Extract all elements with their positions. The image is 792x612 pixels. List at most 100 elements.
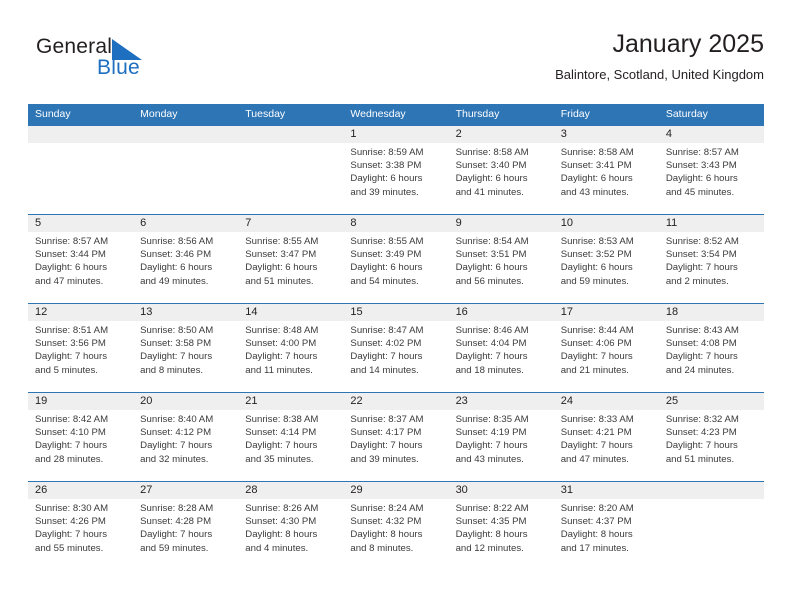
sunrise-text: Sunrise: 8:57 AM xyxy=(35,236,109,247)
day-cell[interactable]: 18 Sunrise: 8:43 AM Sunset: 4:08 PM Dayl… xyxy=(658,304,764,392)
day-cell[interactable]: 14 Sunrise: 8:48 AM Sunset: 4:00 PM Dayl… xyxy=(238,304,344,392)
day-details: Sunrise: 8:53 AM Sunset: 3:52 PM Dayligh… xyxy=(554,232,659,288)
daylight-text-line1: Daylight: 7 hours xyxy=(455,440,528,452)
day-details: Sunrise: 8:40 AM Sunset: 4:12 PM Dayligh… xyxy=(133,410,238,466)
day-details: Sunrise: 8:55 AM Sunset: 3:47 PM Dayligh… xyxy=(238,232,343,288)
calendar-grid: Sunday Monday Tuesday Wednesday Thursday… xyxy=(28,104,764,570)
weekday-header-sunday: Sunday xyxy=(35,108,71,120)
daylight-text-line1: Daylight: 7 hours xyxy=(560,351,633,363)
sunset-text: Sunset: 4:06 PM xyxy=(560,338,632,350)
sunset-text: Sunset: 3:56 PM xyxy=(35,338,106,350)
logo-text-blue: Blue xyxy=(97,56,140,79)
day-cell[interactable]: 28 Sunrise: 8:26 AM Sunset: 4:30 PM Dayl… xyxy=(238,482,344,570)
daylight-text-line2: and 24 minutes. xyxy=(665,364,735,376)
day-cell[interactable]: 12 Sunrise: 8:51 AM Sunset: 3:56 PM Dayl… xyxy=(28,304,134,392)
sunset-text: Sunset: 3:38 PM xyxy=(350,160,422,172)
day-cell[interactable]: 3 Sunrise: 8:58 AM Sunset: 3:41 PM Dayli… xyxy=(553,126,659,214)
sunset-text: Sunset: 4:02 PM xyxy=(350,338,422,350)
sunrise-text: Sunrise: 8:48 AM xyxy=(245,325,319,336)
day-cell[interactable]: 1 Sunrise: 8:59 AM Sunset: 3:38 PM Dayli… xyxy=(343,126,449,214)
day-number: 1 xyxy=(343,126,449,143)
day-cell[interactable]: 21 Sunrise: 8:38 AM Sunset: 4:14 PM Dayl… xyxy=(238,393,344,481)
day-details: Sunrise: 8:20 AM Sunset: 4:37 PM Dayligh… xyxy=(554,499,659,555)
day-cell[interactable]: 29 Sunrise: 8:24 AM Sunset: 4:32 PM Dayl… xyxy=(343,482,449,570)
day-number: 10 xyxy=(553,215,659,232)
title-block: January 2025 Balintore, Scotland, United… xyxy=(555,28,764,83)
sunset-text: Sunset: 4:14 PM xyxy=(245,427,317,439)
weekday-header-tuesday: Tuesday xyxy=(245,108,286,120)
day-cell[interactable]: 25 Sunrise: 8:32 AM Sunset: 4:23 PM Dayl… xyxy=(658,393,764,481)
weekday-header-wednesday: Wednesday xyxy=(350,108,406,120)
daylight-text-line2: and 21 minutes. xyxy=(560,364,629,376)
day-number: 11 xyxy=(658,215,764,232)
day-cell[interactable]: 10 Sunrise: 8:53 AM Sunset: 3:52 PM Dayl… xyxy=(553,215,659,303)
sunrise-text: Sunrise: 8:30 AM xyxy=(35,503,109,514)
day-cell[interactable]: 22 Sunrise: 8:37 AM Sunset: 4:17 PM Dayl… xyxy=(343,393,449,481)
day-cell[interactable]: 8 Sunrise: 8:55 AM Sunset: 3:49 PM Dayli… xyxy=(343,215,449,303)
day-cell[interactable]: 17 Sunrise: 8:44 AM Sunset: 4:06 PM Dayl… xyxy=(553,304,659,392)
sunset-text: Sunset: 4:23 PM xyxy=(665,427,737,439)
day-cell[interactable]: 24 Sunrise: 8:33 AM Sunset: 4:21 PM Dayl… xyxy=(553,393,659,481)
day-cell[interactable]: 5 Sunrise: 8:57 AM Sunset: 3:44 PM Dayli… xyxy=(28,215,134,303)
sunrise-text: Sunrise: 8:40 AM xyxy=(140,414,214,425)
daylight-text-line2: and 32 minutes. xyxy=(140,453,209,465)
sunset-text: Sunset: 4:21 PM xyxy=(560,427,632,439)
day-details: Sunrise: 8:35 AM Sunset: 4:19 PM Dayligh… xyxy=(449,410,554,466)
day-details: Sunrise: 8:38 AM Sunset: 4:14 PM Dayligh… xyxy=(238,410,343,466)
day-number: 27 xyxy=(133,482,239,499)
daylight-text-line1: Daylight: 7 hours xyxy=(35,529,107,541)
day-cell[interactable]: 15 Sunrise: 8:47 AM Sunset: 4:02 PM Dayl… xyxy=(343,304,449,392)
daylight-text-line1: Daylight: 6 hours xyxy=(140,262,213,274)
day-cell[interactable]: 13 Sunrise: 8:50 AM Sunset: 3:58 PM Dayl… xyxy=(133,304,239,392)
day-cell[interactable]: 26 Sunrise: 8:30 AM Sunset: 4:26 PM Dayl… xyxy=(28,482,134,570)
day-number: 15 xyxy=(343,304,449,321)
day-details: Sunrise: 8:54 AM Sunset: 3:51 PM Dayligh… xyxy=(449,232,554,288)
daylight-text-line2: and 28 minutes. xyxy=(35,453,104,465)
day-cell[interactable]: 19 Sunrise: 8:42 AM Sunset: 4:10 PM Dayl… xyxy=(28,393,134,481)
sunrise-text: Sunrise: 8:55 AM xyxy=(350,236,424,247)
daylight-text-line2: and 59 minutes. xyxy=(140,542,209,554)
day-cell[interactable]: 11 Sunrise: 8:52 AM Sunset: 3:54 PM Dayl… xyxy=(658,215,764,303)
general-blue-logo[interactable]: General Blue xyxy=(36,34,246,90)
day-cell[interactable]: 2 Sunrise: 8:58 AM Sunset: 3:40 PM Dayli… xyxy=(448,126,554,214)
day-cell[interactable]: 4 Sunrise: 8:57 AM Sunset: 3:43 PM Dayli… xyxy=(658,126,764,214)
daylight-text-line1: Daylight: 8 hours xyxy=(455,529,528,541)
day-cell[interactable]: 6 Sunrise: 8:56 AM Sunset: 3:46 PM Dayli… xyxy=(133,215,239,303)
day-number: 16 xyxy=(448,304,554,321)
sunrise-text: Sunrise: 8:37 AM xyxy=(350,414,424,425)
sunset-text: Sunset: 4:26 PM xyxy=(35,516,106,528)
sunrise-text: Sunrise: 8:53 AM xyxy=(560,236,634,247)
daylight-text-line2: and 43 minutes. xyxy=(560,186,629,198)
daylight-text-line1: Daylight: 8 hours xyxy=(350,529,423,541)
sunrise-text: Sunrise: 8:22 AM xyxy=(455,503,529,514)
sunrise-text: Sunrise: 8:43 AM xyxy=(665,325,739,336)
sunset-text: Sunset: 4:10 PM xyxy=(35,427,106,439)
day-cell[interactable]: 23 Sunrise: 8:35 AM Sunset: 4:19 PM Dayl… xyxy=(448,393,554,481)
day-cell[interactable]: 16 Sunrise: 8:46 AM Sunset: 4:04 PM Dayl… xyxy=(448,304,554,392)
day-number: 19 xyxy=(28,393,134,410)
masthead: General Blue January 2025 Balintore, Sco… xyxy=(28,28,764,96)
daylight-text-line1: Daylight: 7 hours xyxy=(350,440,423,452)
daylight-text-line1: Daylight: 7 hours xyxy=(665,440,738,452)
daylight-text-line2: and 54 minutes. xyxy=(350,275,419,287)
day-cell[interactable]: 27 Sunrise: 8:28 AM Sunset: 4:28 PM Dayl… xyxy=(133,482,239,570)
day-cell[interactable]: 7 Sunrise: 8:55 AM Sunset: 3:47 PM Dayli… xyxy=(238,215,344,303)
daylight-text-line1: Daylight: 7 hours xyxy=(455,351,528,363)
weekday-header-saturday: Saturday xyxy=(665,108,708,120)
daylight-text-line1: Daylight: 6 hours xyxy=(245,262,318,274)
day-cell[interactable]: 30 Sunrise: 8:22 AM Sunset: 4:35 PM Dayl… xyxy=(448,482,554,570)
day-number: 2 xyxy=(448,126,554,143)
day-cell[interactable]: 20 Sunrise: 8:40 AM Sunset: 4:12 PM Dayl… xyxy=(133,393,239,481)
daylight-text-line1: Daylight: 7 hours xyxy=(140,440,213,452)
day-number: 3 xyxy=(553,126,659,143)
day-cell[interactable]: 31 Sunrise: 8:20 AM Sunset: 4:37 PM Dayl… xyxy=(553,482,659,570)
day-details: Sunrise: 8:57 AM Sunset: 3:43 PM Dayligh… xyxy=(659,143,764,199)
week-row: 26 Sunrise: 8:30 AM Sunset: 4:26 PM Dayl… xyxy=(28,481,764,570)
day-cell[interactable]: 9 Sunrise: 8:54 AM Sunset: 3:51 PM Dayli… xyxy=(448,215,554,303)
daylight-text-line2: and 55 minutes. xyxy=(35,542,104,554)
week-row: 5 Sunrise: 8:57 AM Sunset: 3:44 PM Dayli… xyxy=(28,214,764,303)
daylight-text-line1: Daylight: 7 hours xyxy=(35,440,107,452)
daylight-text-line1: Daylight: 7 hours xyxy=(665,262,738,274)
daylight-text-line2: and 35 minutes. xyxy=(245,453,314,465)
day-details: Sunrise: 8:24 AM Sunset: 4:32 PM Dayligh… xyxy=(343,499,448,555)
